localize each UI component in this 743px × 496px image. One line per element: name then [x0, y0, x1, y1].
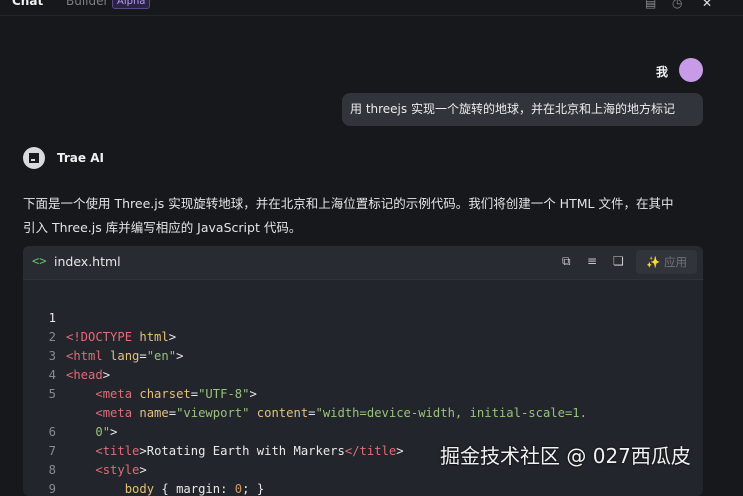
code-line: 7 <style>	[23, 423, 147, 477]
line-number: 9	[48, 482, 56, 496]
watermark: 掘金技术社区 @ 027西瓜皮	[440, 444, 691, 468]
notes-icon[interactable]: ▤	[645, 0, 656, 10]
assistant-message-line: 下面是一个使用 Three.js 实现旋转地球，并在北京和上海位置标记的示例代码…	[23, 196, 674, 211]
avatar	[679, 58, 703, 82]
code-line: 1 <!DOCTYPE html>	[23, 290, 176, 344]
code-line: 4 <meta charset="UTF-8">	[23, 347, 257, 401]
code-line: 9 canvas { display: block; }	[23, 461, 67, 496]
code-line: 2 <html lang="en">	[23, 309, 184, 363]
header-divider	[0, 15, 743, 16]
user-message-bubble: 用 threejs 实现一个旋转的地球，并在北京和上海的地方标记	[342, 93, 703, 126]
trae-logo-icon	[23, 147, 45, 169]
code-block-header: <> index.html ⧉ ≡ ❏ ✨ 应用	[23, 246, 703, 280]
new-file-icon[interactable]: ❏	[613, 254, 624, 268]
insert-icon[interactable]: ≡	[587, 254, 597, 268]
user-name: 我	[655, 65, 668, 79]
apply-button[interactable]: ✨ 应用	[636, 250, 697, 274]
code-line: 6 <title>Rotating Earth with Markers</ti…	[23, 404, 404, 458]
code-line: 0">	[95, 425, 118, 439]
code-filename: index.html	[54, 254, 121, 269]
assistant-name: Trae AI	[57, 151, 104, 165]
alpha-badge: Alpha	[112, 0, 151, 9]
assistant-message: 下面是一个使用 Three.js 实现旋转地球，并在北京和上海位置标记的示例代码…	[23, 192, 713, 240]
copy-icon[interactable]: ⧉	[562, 254, 571, 269]
code-chevron-icon: <>	[32, 254, 47, 268]
top-tab-bar: Chat Builder Alpha ▤ ◷ ✕	[0, 0, 743, 12]
apply-button-label: 应用	[663, 255, 687, 269]
assistant-message-line: 引入 Three.js 库并编写相应的 JavaScript 代码。	[23, 220, 302, 235]
code-line: 3 <head>	[23, 328, 110, 382]
code-line: 5 <meta name="viewport" content="width=d…	[23, 366, 587, 420]
magic-wand-icon: ✨	[646, 255, 661, 269]
tab-builder[interactable]: Builder	[66, 0, 108, 8]
history-icon[interactable]: ◷	[672, 0, 682, 10]
close-icon[interactable]: ✕	[702, 0, 712, 10]
code-line: 8 body { margin: 0; }	[23, 442, 265, 496]
tab-chat[interactable]: Chat	[12, 0, 43, 8]
